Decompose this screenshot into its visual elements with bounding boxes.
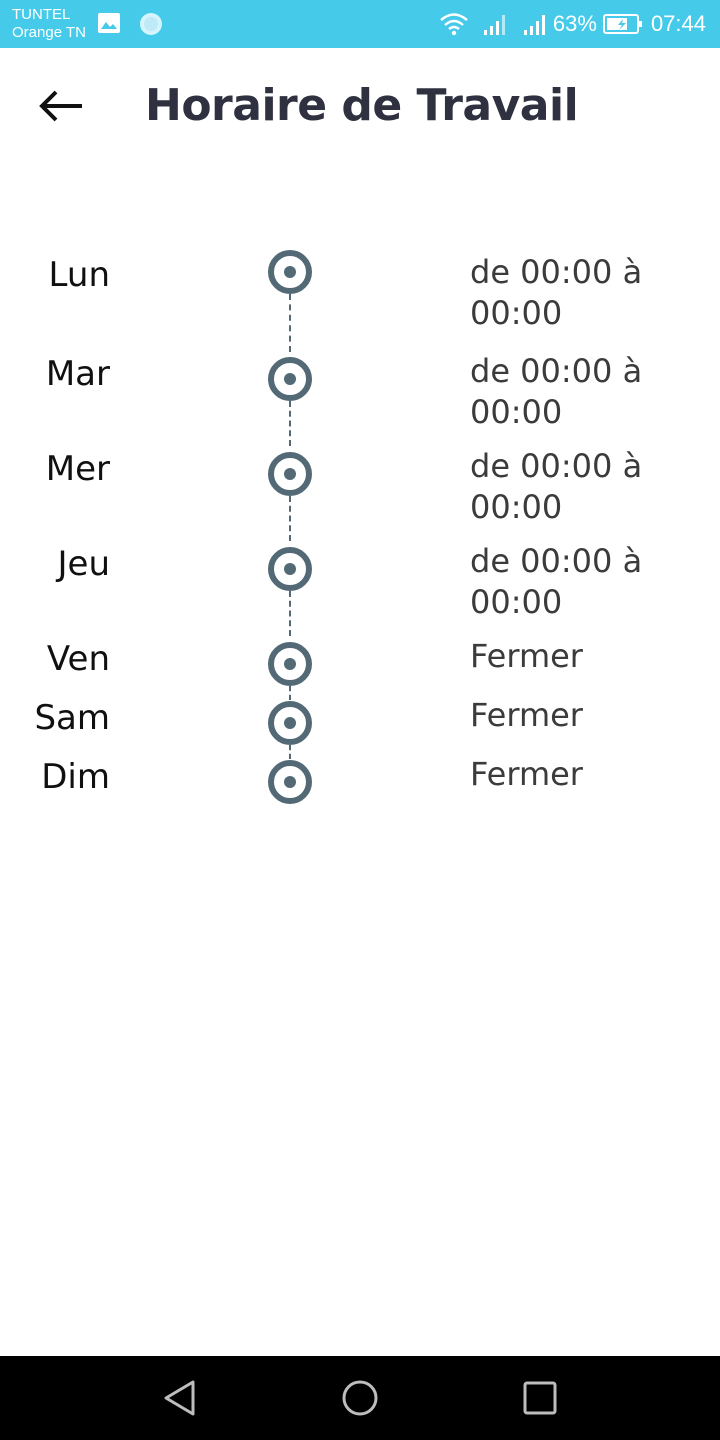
timeline-connector (289, 745, 291, 759)
day-hours: de 00:00 à 00:00 (470, 253, 643, 332)
carrier-line2: Orange TN (12, 24, 86, 41)
nav-back-icon[interactable] (160, 1378, 200, 1418)
circle-icon (140, 13, 162, 35)
day-label: Mer (45, 449, 110, 489)
timeline-marker-icon (268, 452, 312, 496)
timeline-marker-icon (268, 250, 312, 294)
battery-charging-icon (602, 14, 642, 34)
timeline-marker-icon (268, 357, 312, 401)
status-bar: TUNTEL Orange TN 63% 07:44 (0, 0, 720, 48)
timeline-marker-icon (268, 642, 312, 686)
clock: 07:44 (650, 11, 706, 36)
signal-icon (523, 15, 545, 35)
day-label: Jeu (57, 544, 111, 584)
carrier-line1: TUNTEL (12, 6, 71, 23)
navigation-bar (0, 1356, 720, 1440)
signal-icon (483, 15, 505, 35)
day-label: Dim (41, 757, 110, 797)
timeline-marker-icon (268, 760, 312, 804)
nav-recent-icon[interactable] (520, 1378, 560, 1418)
day-label: Sam (34, 698, 110, 738)
timeline-marker-icon (268, 547, 312, 591)
day-hours: Fermer (470, 755, 583, 793)
page-title: Horaire de Travail (145, 80, 579, 131)
gallery-icon (98, 13, 120, 33)
day-hours: de 00:00 à 00:00 (470, 542, 643, 621)
day-hours: Fermer (470, 696, 583, 734)
timeline-connector (289, 294, 291, 352)
timeline-connector (289, 591, 291, 636)
day-label: Ven (46, 639, 110, 679)
timeline-connector (289, 496, 291, 541)
nav-home-icon[interactable] (340, 1378, 380, 1418)
arrow-left-icon[interactable] (36, 86, 86, 126)
app-header: Horaire de Travail (0, 48, 720, 168)
wifi-icon (440, 13, 468, 36)
battery-percent: 63% (552, 11, 597, 36)
day-hours: de 00:00 à 00:00 (470, 447, 643, 526)
day-label: Lun (48, 255, 110, 295)
day-hours: de 00:00 à 00:00 (470, 352, 643, 431)
day-label: Mar (45, 354, 110, 394)
timeline-connector (289, 686, 291, 700)
carrier-name: TUNTEL Orange TN (12, 6, 86, 42)
timeline-marker-icon (268, 701, 312, 745)
day-hours: Fermer (470, 637, 583, 675)
timeline-connector (289, 401, 291, 446)
